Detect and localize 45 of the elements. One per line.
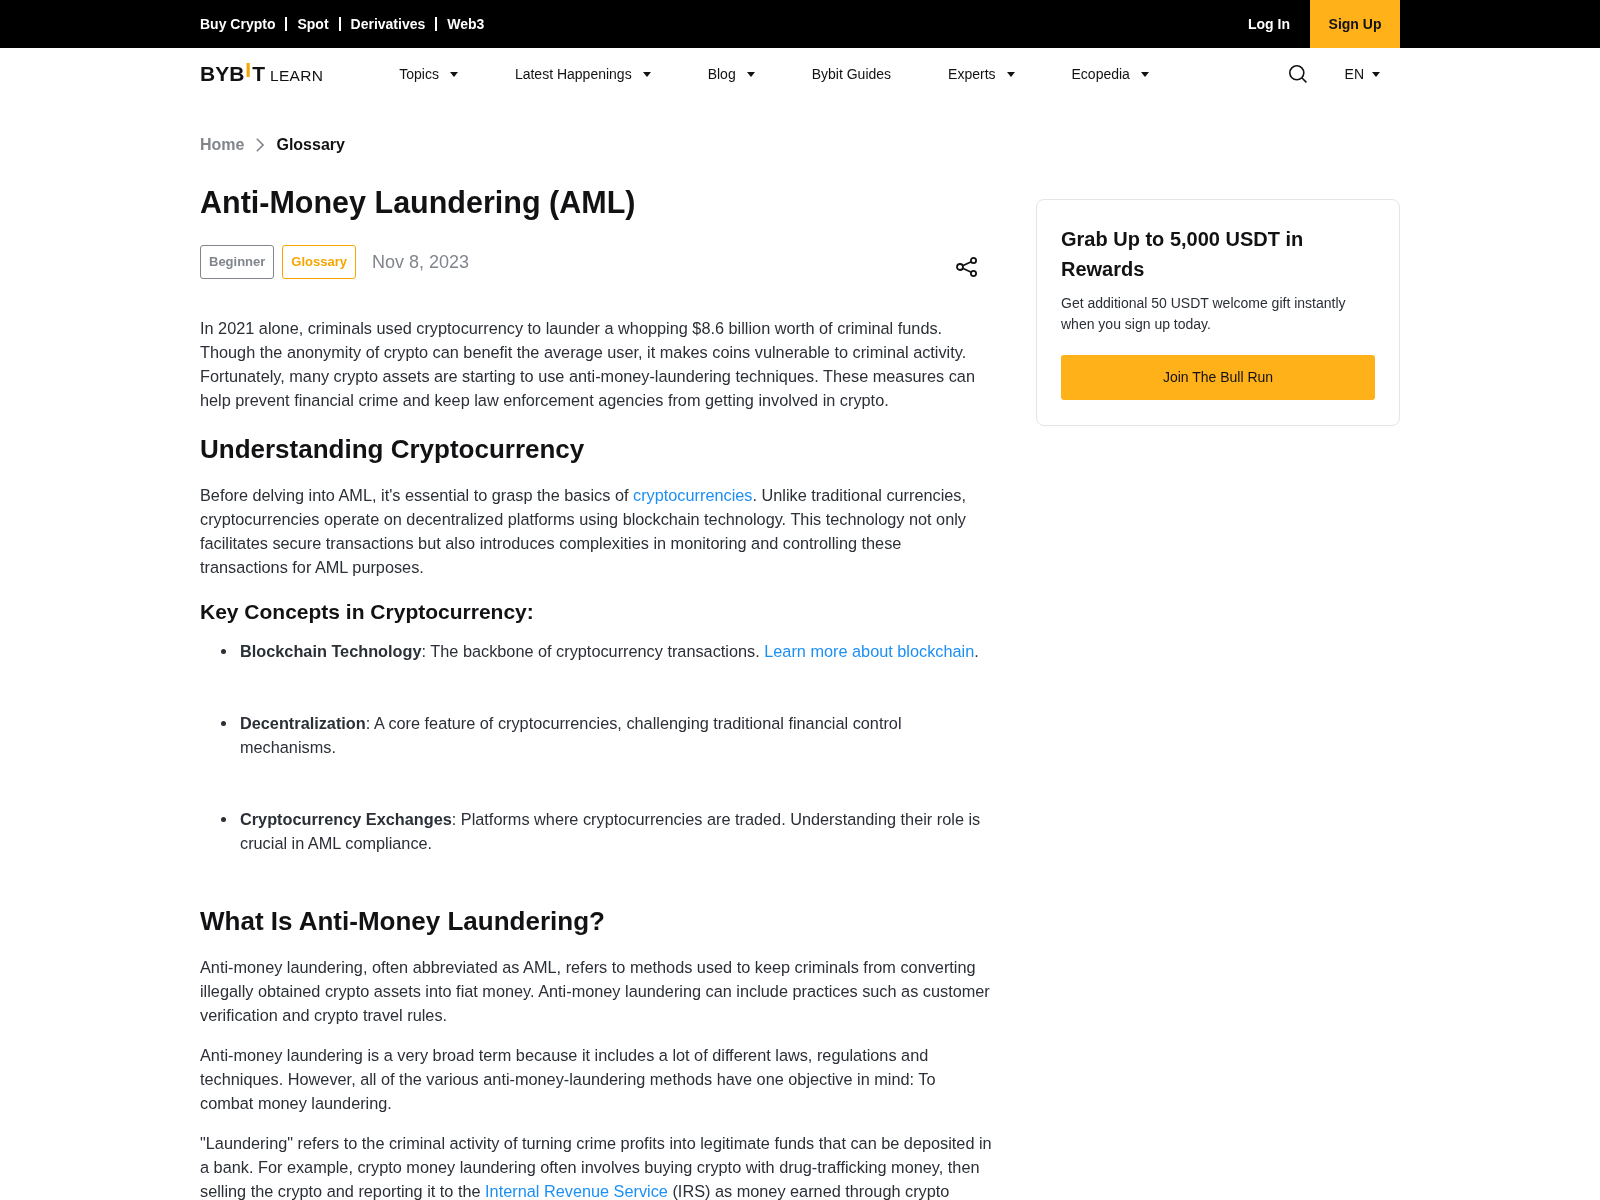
paragraph: Anti-money laundering, often abbreviated as AML, refers to methods used to keep criminals from converting illegally obtained crypto assets into fiat money. Anti-money laundering can include practices such as customer verification and crypto travel rules.: [200, 957, 991, 1026]
nav-menu-item[interactable]: Bybit Guides: [811, 64, 892, 84]
signup-button[interactable]: Sign Up: [1310, 0, 1400, 48]
caret-icon: [1140, 71, 1149, 77]
breadcrumb-link[interactable]: Home: [200, 135, 245, 155]
join-button[interactable]: Join The Bull Run: [1061, 355, 1375, 400]
paragraph: Before delving into AML, it's essential to grasp the basics of cryptocurrencies. Unlike traditional currencies, cryptocurrencies operate on decentralized platforms using blockchain technology. This technology not only facilitates secure transactions but also introduces complexities in monitoring and controlling these transactions for AML purposes.: [200, 485, 967, 578]
nav-menu-item[interactable]: Topics: [399, 64, 458, 84]
caret-icon: [746, 71, 755, 77]
breadcrumb-link[interactable]: Glossary: [276, 135, 345, 155]
nav-menu-item[interactable]: Blog: [707, 64, 755, 84]
bullet-icon: [221, 721, 226, 726]
top-nav-link[interactable]: Spot: [297, 14, 329, 34]
publish-date: Nov 8, 2023: [372, 251, 470, 274]
top-nav-link[interactable]: Web3: [447, 14, 485, 34]
caret-icon: [1372, 71, 1380, 77]
caret-icon: [642, 71, 651, 77]
tag[interactable]: Beginner: [200, 245, 275, 279]
paragraph: In 2021 alone, criminals used cryptocurrency to launder a whopping $8.6 billion worth of criminal funds. Though the anonymity of crypto can benefit the average user, it makes coins vulnerable to criminal activity. Fortunately, many crypto assets are starting to use anti-money-laundering techniques. These measures can help prevent financial crime and keep law enforcement agencies from getting involved in crypto.: [200, 318, 976, 411]
search-icon[interactable]: [1288, 65, 1307, 83]
caret-icon: [1006, 71, 1015, 77]
bullet-icon: [221, 649, 226, 654]
site-logo[interactable]: BYBIT LEARN: [200, 63, 324, 85]
list-item-text: Decentralization: A core feature of cryptocurrencies, challenging traditional financial control mechanisms.: [240, 713, 903, 758]
chevron-right-icon: [256, 138, 265, 152]
caret-icon: [449, 71, 458, 77]
paragraph: Anti-money laundering is a very broad term because it includes a lot of different laws, regulations and techniques. However, all of the various anti-money-laundering methods have one objective in mind: To combat money laundering.: [200, 1045, 937, 1114]
login-link[interactable]: Log In: [1248, 14, 1290, 34]
article-title: Anti-Money Laundering (AML): [200, 184, 637, 222]
share-icon[interactable]: [956, 257, 978, 277]
subsection-heading: Key Concepts in Cryptocurrency:: [200, 599, 535, 625]
promo-title: Grab Up to 5,000 USDT in Rewards: [1061, 227, 1305, 282]
top-nav-link[interactable]: Derivatives: [350, 14, 426, 34]
nav-menu-item[interactable]: Experts: [948, 64, 1015, 84]
list-item-text: Blockchain Technology: The backbone of cryptocurrency transactions. Learn more about blockchain.: [240, 641, 979, 662]
language-selector[interactable]: EN: [1344, 64, 1380, 84]
section-heading: Understanding Cryptocurrency: [200, 433, 586, 466]
promo-text: Get additional 50 USDT welcome gift instantly when you sign up today.: [1061, 294, 1347, 334]
nav-menu-item[interactable]: Ecopedia: [1071, 64, 1149, 84]
nav-menu-item[interactable]: Latest Happenings: [514, 64, 651, 84]
bullet-icon: [221, 817, 226, 822]
list-item-text: Cryptocurrency Exchanges: Platforms where cryptocurrencies are traded. Understanding their role is crucial in AML compliance.: [240, 809, 982, 854]
top-nav-link[interactable]: Buy Crypto: [200, 14, 276, 34]
paragraph: "Laundering" refers to the criminal activity of turning crime profits into legitimate funds that can be deposited in a bank. For example, crypto money laundering often involves buying crypto with drug-trafficking money, then selling the crypto and reporting it to the Internal Revenue Service (IRS) as money earned through crypto: [200, 1133, 992, 1200]
section-heading: What Is Anti-Money Laundering?: [200, 905, 606, 938]
